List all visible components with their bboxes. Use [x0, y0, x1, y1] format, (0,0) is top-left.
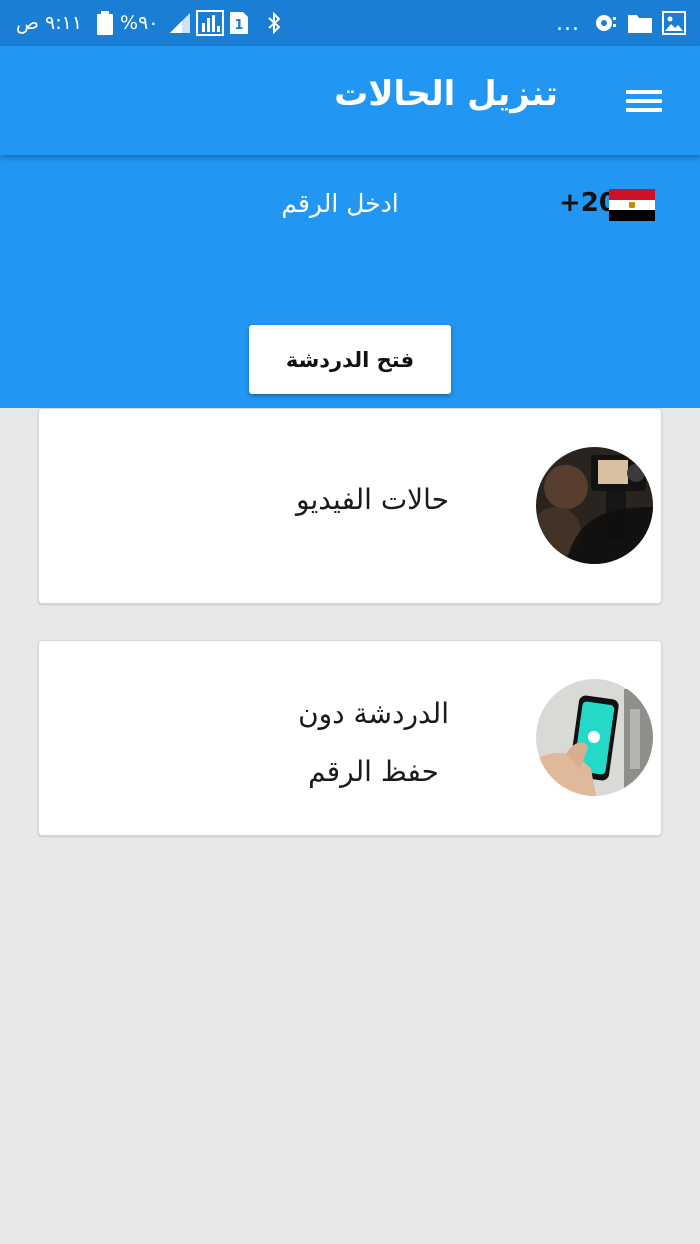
chat-label-line-1: الدردشة دون: [298, 697, 449, 730]
chat-without-saving-card[interactable]: الدردشة دون حفظ الرقم: [38, 640, 662, 836]
video-statuses-label: حالات الفيديو: [296, 483, 449, 516]
egypt-flag-icon[interactable]: [609, 189, 655, 222]
chat-without-saving-label: الدردشة دون حفظ الرقم: [298, 685, 449, 801]
sim-icon: 1: [229, 0, 249, 46]
app-title: تنزيل الحالات: [334, 74, 558, 114]
status-time: ٩:١١ ص: [16, 12, 83, 34]
image-icon: [662, 0, 686, 46]
bluetooth-icon: [266, 0, 282, 46]
battery-icon: [96, 0, 114, 46]
signal-icon: [168, 0, 192, 46]
battery-percent: %٩٠: [120, 12, 159, 34]
chat-label-line-2: حفظ الرقم: [308, 755, 439, 788]
app-screen: ٩:١١ ص %٩٠ 1 ... تنزيل الحالات ادخل الرق…: [0, 0, 700, 1244]
video-statuses-card[interactable]: حالات الفيديو: [38, 408, 662, 604]
data-activity-icon: [196, 0, 224, 46]
app-bar: تنزيل الحالات: [0, 46, 700, 155]
sim-slot-number: 1: [234, 18, 243, 33]
hamburger-menu-icon[interactable]: [624, 86, 664, 116]
folder-icon: [627, 0, 653, 46]
phone-input-panel: +20 فتح الدردشة: [0, 155, 700, 408]
overflow-notifications: ...: [556, 10, 580, 36]
notification-icon: [594, 0, 618, 46]
whatsapp-phone-thumbnail: [536, 679, 653, 796]
video-camera-thumbnail: [536, 447, 653, 564]
status-bar: ٩:١١ ص %٩٠ 1 ...: [0, 0, 700, 46]
open-chat-button[interactable]: فتح الدردشة: [249, 325, 451, 394]
phone-number-input[interactable]: [190, 183, 490, 223]
